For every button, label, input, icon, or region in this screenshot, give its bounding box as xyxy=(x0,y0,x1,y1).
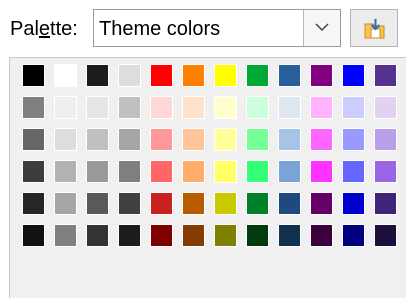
color-swatch-2-12[interactable] xyxy=(374,96,397,119)
color-swatch-3-1[interactable] xyxy=(22,128,45,151)
color-swatch-6-1[interactable] xyxy=(22,224,45,247)
color-swatch-1-12[interactable] xyxy=(374,64,397,87)
color-swatch-4-1[interactable] xyxy=(22,160,45,183)
color-swatch-5-9[interactable] xyxy=(278,192,301,215)
color-swatch-2-3[interactable] xyxy=(86,96,109,119)
color-swatch-5-5[interactable] xyxy=(150,192,173,215)
color-swatch-3-3[interactable] xyxy=(86,128,109,151)
color-swatch-2-5[interactable] xyxy=(150,96,173,119)
color-swatch-4-7[interactable] xyxy=(214,160,237,183)
color-swatch-2-8[interactable] xyxy=(246,96,269,119)
color-swatch-4-10[interactable] xyxy=(310,160,333,183)
color-swatch-4-9[interactable] xyxy=(278,160,301,183)
color-swatch-1-1[interactable] xyxy=(22,64,45,87)
color-swatch-3-6[interactable] xyxy=(182,128,205,151)
color-swatch-1-4[interactable] xyxy=(118,64,141,87)
color-swatch-2-4[interactable] xyxy=(118,96,141,119)
color-swatch-3-11[interactable] xyxy=(342,128,365,151)
chevron-down-icon xyxy=(315,23,329,32)
color-swatch-3-9[interactable] xyxy=(278,128,301,151)
color-swatch-4-4[interactable] xyxy=(118,160,141,183)
color-swatch-4-2[interactable] xyxy=(54,160,77,183)
color-swatch-6-5[interactable] xyxy=(150,224,173,247)
palette-label-accelerator: e xyxy=(38,18,51,40)
color-swatch-2-11[interactable] xyxy=(342,96,365,119)
color-swatch-1-3[interactable] xyxy=(86,64,109,87)
color-swatch-1-7[interactable] xyxy=(214,64,237,87)
color-swatch-5-1[interactable] xyxy=(22,192,45,215)
color-swatch-4-8[interactable] xyxy=(246,160,269,183)
color-swatch-3-4[interactable] xyxy=(118,128,141,151)
color-swatch-4-6[interactable] xyxy=(182,160,205,183)
color-swatch-3-2[interactable] xyxy=(54,128,77,151)
color-swatch-4-12[interactable] xyxy=(374,160,397,183)
color-swatch-6-10[interactable] xyxy=(310,224,333,247)
color-swatch-grid xyxy=(9,57,406,298)
color-swatch-1-5[interactable] xyxy=(150,64,173,87)
color-swatch-1-6[interactable] xyxy=(182,64,205,87)
color-swatch-4-11[interactable] xyxy=(342,160,365,183)
color-swatch-1-2[interactable] xyxy=(54,64,77,87)
color-swatch-6-9[interactable] xyxy=(278,224,301,247)
palette-label: Palette: xyxy=(10,16,78,42)
color-swatch-3-7[interactable] xyxy=(214,128,237,151)
color-swatch-2-2[interactable] xyxy=(54,96,77,119)
palette-select-value: Theme colors xyxy=(99,18,221,40)
color-swatch-5-8[interactable] xyxy=(246,192,269,215)
color-swatch-6-4[interactable] xyxy=(118,224,141,247)
color-swatch-1-10[interactable] xyxy=(310,64,333,87)
import-palette-icon xyxy=(364,19,385,39)
color-swatch-6-2[interactable] xyxy=(54,224,77,247)
color-swatch-2-6[interactable] xyxy=(182,96,205,119)
palette-dropdown-button[interactable] xyxy=(303,10,340,46)
color-swatch-1-9[interactable] xyxy=(278,64,301,87)
color-swatch-6-8[interactable] xyxy=(246,224,269,247)
color-swatch-6-6[interactable] xyxy=(182,224,205,247)
color-swatch-5-4[interactable] xyxy=(118,192,141,215)
color-swatch-1-8[interactable] xyxy=(246,64,269,87)
color-swatch-2-7[interactable] xyxy=(214,96,237,119)
palette-toolbar: Palette: Theme colors xyxy=(0,0,406,52)
color-swatch-2-1[interactable] xyxy=(22,96,45,119)
color-swatch-4-5[interactable] xyxy=(150,160,173,183)
color-swatch-5-12[interactable] xyxy=(374,192,397,215)
color-swatch-6-3[interactable] xyxy=(86,224,109,247)
color-swatch-6-7[interactable] xyxy=(214,224,237,247)
color-swatch-5-3[interactable] xyxy=(86,192,109,215)
color-swatch-3-8[interactable] xyxy=(246,128,269,151)
palette-label-prefix: Pal xyxy=(10,18,39,40)
color-swatch-2-9[interactable] xyxy=(278,96,301,119)
color-swatch-1-11[interactable] xyxy=(342,64,365,87)
color-swatch-6-11[interactable] xyxy=(342,224,365,247)
import-palette-button[interactable] xyxy=(350,9,398,47)
color-swatch-5-7[interactable] xyxy=(214,192,237,215)
color-swatch-2-10[interactable] xyxy=(310,96,333,119)
color-swatch-5-2[interactable] xyxy=(54,192,77,215)
color-swatch-5-11[interactable] xyxy=(342,192,365,215)
color-swatch-5-10[interactable] xyxy=(310,192,333,215)
color-swatch-6-12[interactable] xyxy=(374,224,397,247)
palette-select[interactable]: Theme colors xyxy=(93,9,341,47)
palette-label-suffix: tte: xyxy=(50,18,78,40)
color-swatch-4-3[interactable] xyxy=(86,160,109,183)
color-swatch-3-12[interactable] xyxy=(374,128,397,151)
color-swatch-5-6[interactable] xyxy=(182,192,205,215)
color-swatch-3-5[interactable] xyxy=(150,128,173,151)
color-swatch-3-10[interactable] xyxy=(310,128,333,151)
